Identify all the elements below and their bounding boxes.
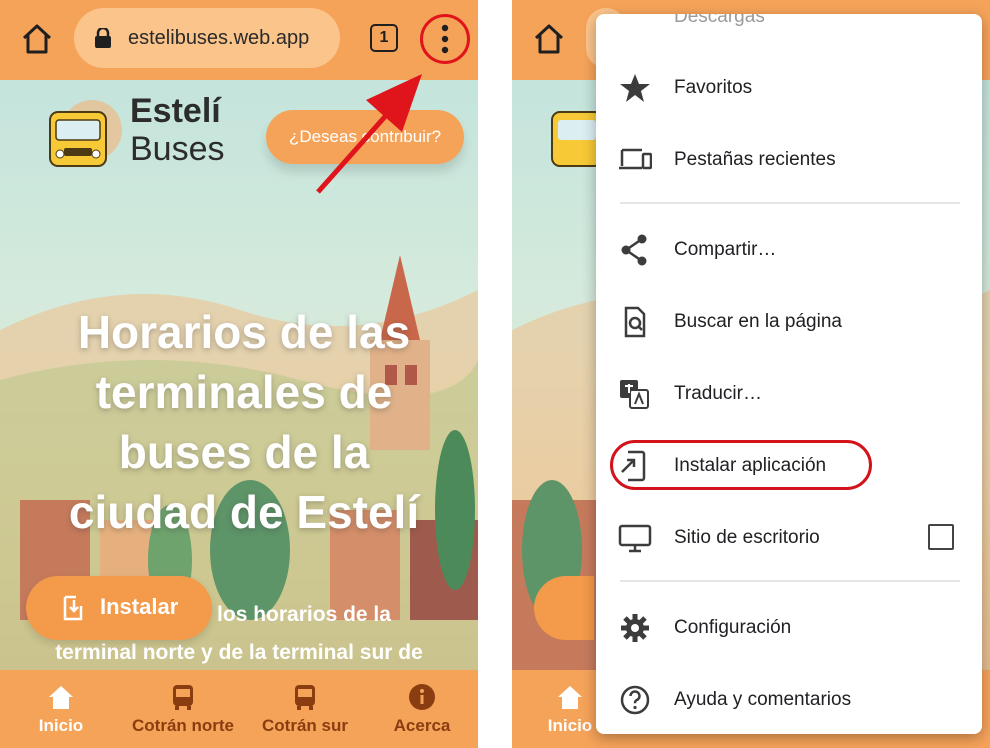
menu-item-configuracion[interactable]: Configuración [596,600,982,656]
share-icon [621,234,647,266]
menu-item-label: Traducir… [674,383,762,404]
nav-label: Inicio [38,716,84,735]
install-icon [63,595,83,621]
nav-item-cotran-norte[interactable]: Cotrán norte [122,670,244,748]
menu-item-label: Configuración [674,617,792,638]
brand-name-line1: Estelí [130,92,221,130]
nav-label: Cotrán norte [132,716,234,735]
hero-title-line: Horarios de las [77,306,411,358]
menu-item-buscar-en-la-pagina[interactable]: Buscar en la página [596,294,982,350]
address-bar[interactable]: estelibuses.web.app [74,8,340,68]
hero-title-line: ciudad de Estelí [68,486,420,538]
menu-item-label: Pestañas recientes [674,149,836,170]
desktop-site-checkbox[interactable] [928,524,954,550]
bus-icon [295,685,315,710]
menu-divider [620,580,960,582]
menu-divider [620,202,960,204]
annotation-circle [420,14,470,64]
nav-item-inicio[interactable]: Inicio [0,670,122,748]
annotation-highlight [610,440,872,490]
menu-item-ayuda-y-comentarios[interactable]: Ayuda y comentarios [596,672,982,728]
nav-label: Acerca [393,716,451,735]
help-icon [620,685,650,715]
home-icon[interactable] [20,22,54,56]
browser-overflow-menu: Descargas Favoritos Pestañas recientes C… [596,14,982,734]
nav-item-acerca[interactable]: Acerca [366,670,478,748]
star-icon [620,74,650,102]
find-in-page-icon [624,306,646,338]
hero-title-line: terminales de [95,366,393,418]
menu-item-label: Ayuda y comentarios [674,689,852,710]
translate-icon [620,380,649,409]
menu-item-label: Buscar en la página [674,311,842,332]
menu-item-sitio-de-escritorio[interactable]: Sitio de escritorio [596,510,982,566]
home-icon[interactable] [532,22,566,56]
menu-item-label: Favoritos [674,77,753,98]
right-screenshot: Inicio Descargas Favoritos Pestañas reci… [512,0,990,748]
menu-item-traducir[interactable]: Traducir… [596,366,982,422]
hero-title: Horarios de las terminales de buses de l… [10,302,478,542]
nav-label: Cotrán sur [262,716,348,735]
desktop-icon [618,524,652,553]
url-text: estelibuses.web.app [128,27,310,49]
install-button[interactable]: Instalar [26,576,212,640]
install-button[interactable] [534,576,594,640]
lock-icon [95,28,111,48]
home-icon [558,686,582,709]
devices-icon [619,148,652,170]
menu-item-label: Compartir… [674,239,777,260]
bus-icon [173,685,193,710]
menu-item-compartir[interactable]: Compartir… [596,222,982,278]
info-icon [409,684,435,710]
bottom-navigation: Inicio Cotrán norte Cotrán sur Acerca [0,670,478,748]
menu-item-favoritos[interactable]: Favoritos [596,60,982,116]
menu-item-partial: Descargas [674,14,765,27]
menu-item-label: Sitio de escritorio [674,527,820,548]
brand-name-line2: Buses [130,130,225,168]
gear-icon [621,614,649,642]
install-label: Instalar [100,594,179,619]
bus-logo-icon [49,100,122,167]
annotation-arrow-icon [316,74,422,194]
left-screenshot: estelibuses.web.app 1 Estelí Buses ¿Dese… [0,0,478,748]
menu-item-pestanas-recientes[interactable]: Pestañas recientes [596,132,982,188]
home-icon [49,686,73,709]
tab-switcher-button[interactable]: 1 [370,24,398,52]
nav-item-cotran-sur[interactable]: Cotrán sur [244,670,366,748]
hero-title-line: buses de la [118,426,370,478]
